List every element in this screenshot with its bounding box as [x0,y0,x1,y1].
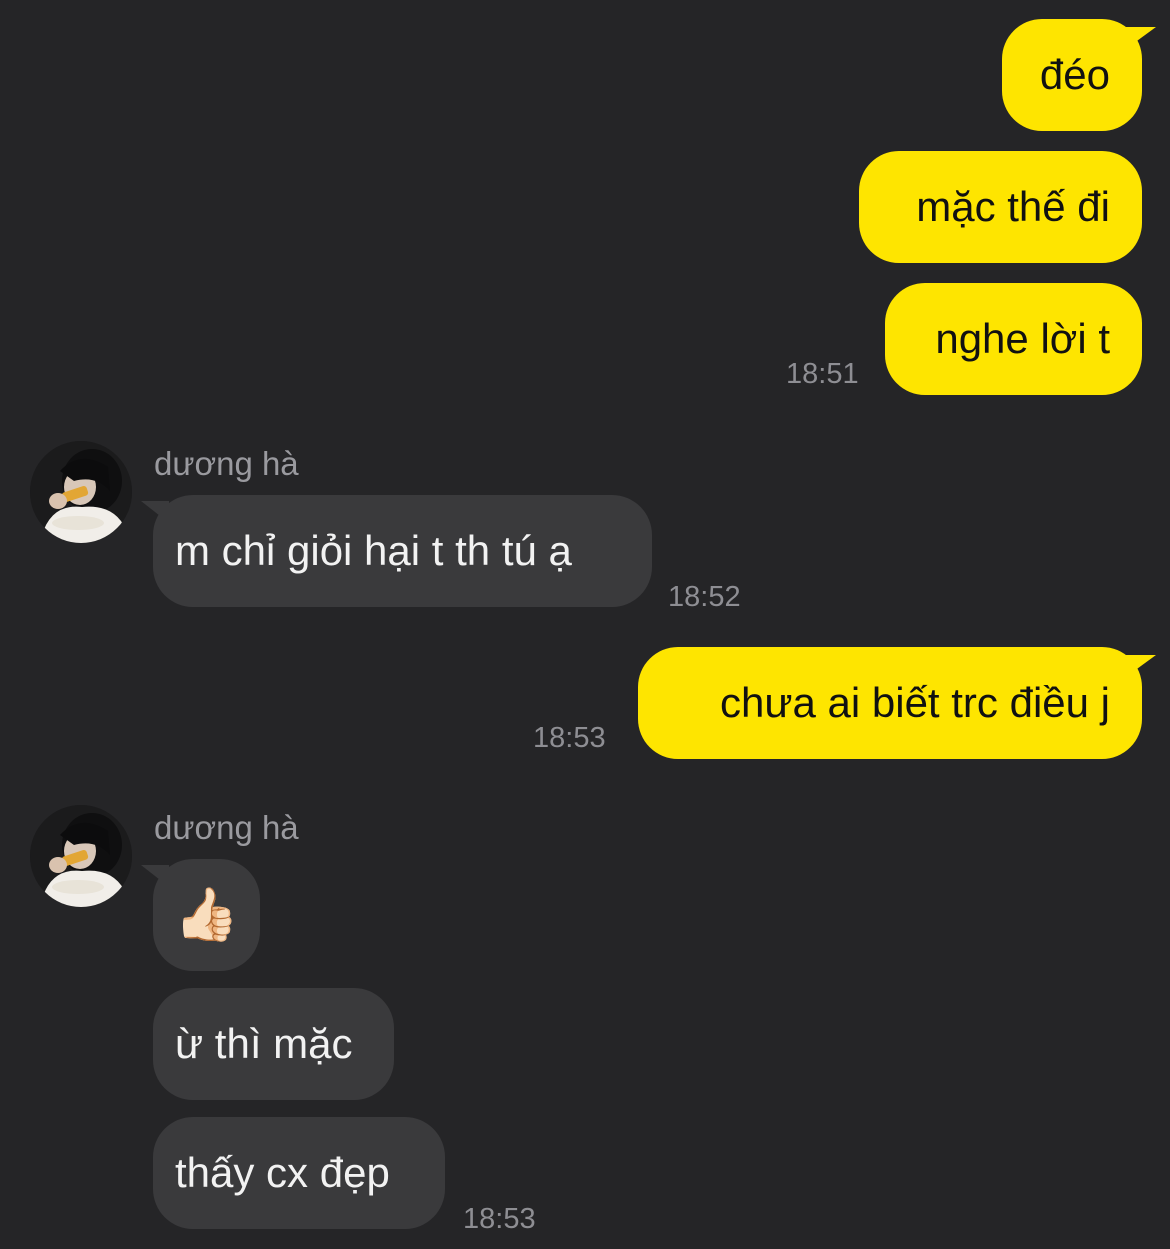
incoming-message[interactable]: m chỉ giỏi hại t th tú ạ [141,495,652,607]
outgoing-message[interactable]: chưa ai biết trc điều j [638,647,1156,759]
message-timestamp: 18:51 [786,358,859,390]
incoming-message[interactable]: ừ thì mặc [153,988,394,1100]
bubble-tail [1126,655,1156,677]
avatar-photo [30,441,132,543]
avatar-photo [30,805,132,907]
outgoing-message[interactable]: mặc thế đi [859,151,1142,263]
message-text: chưa ai biết trc điều j [720,679,1110,726]
avatar[interactable] [30,805,132,907]
chat-thread: đéo mặc thế đi nghe lời t 18:51 dương hà… [0,0,1170,1249]
avatar[interactable] [30,441,132,543]
message-text: đéo [1039,51,1110,98]
sender-name: dương hà [154,809,299,846]
thumbs-up-icon: 👍🏻 [174,886,239,944]
bubble-tail [1126,27,1156,49]
outgoing-message[interactable]: nghe lời t [885,283,1142,395]
message-timestamp: 18:53 [463,1203,536,1235]
message-text: thấy cx đẹp [175,1149,390,1196]
sender-name: dương hà [154,445,299,482]
bubble-tail [141,501,169,523]
message-text: mặc thế đi [916,183,1110,230]
message-text: m chỉ giỏi hại t th tú ạ [175,527,572,574]
message-timestamp: 18:53 [533,722,606,754]
message-text: nghe lời t [935,315,1110,362]
incoming-message[interactable]: thấy cx đẹp [153,1117,445,1229]
outgoing-message[interactable]: đéo [1002,19,1156,131]
incoming-message[interactable]: 👍🏻 [141,859,260,971]
message-text: ừ thì mặc [175,1020,353,1067]
bubble-tail [141,865,169,887]
message-timestamp: 18:52 [668,581,741,613]
